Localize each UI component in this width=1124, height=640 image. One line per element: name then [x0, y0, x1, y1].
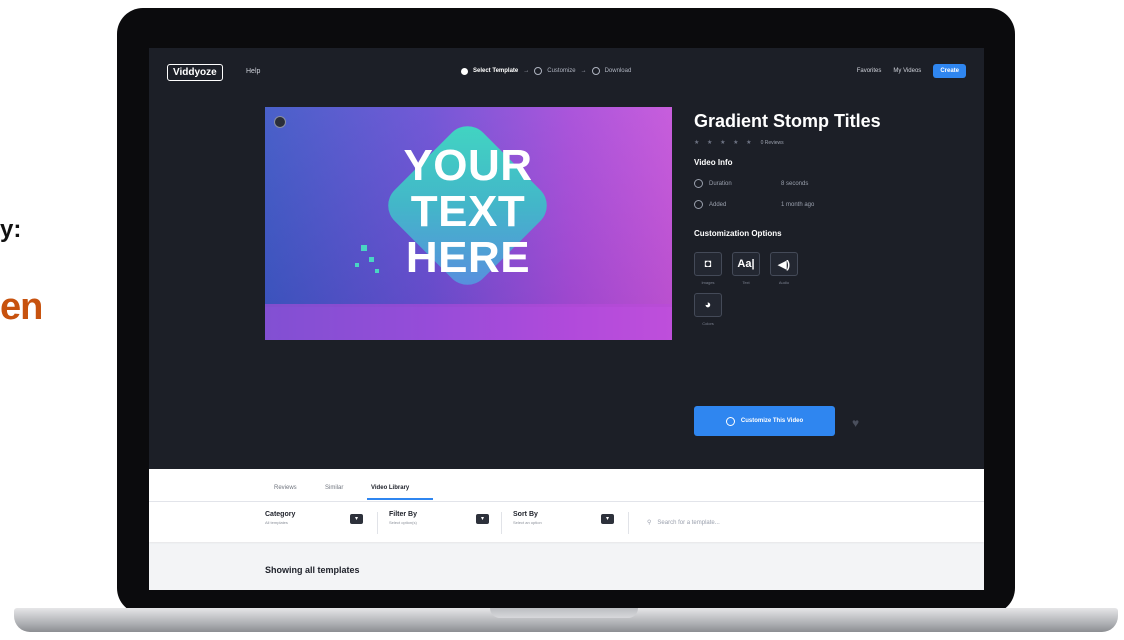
customize-video-label: Customize This Video: [740, 418, 804, 424]
laptop-notch: [490, 608, 638, 618]
tab-similar[interactable]: Similar: [325, 485, 343, 491]
template-search[interactable]: ⚲ Search for a template...: [647, 519, 720, 527]
arrow-right-icon: →: [523, 68, 530, 74]
star-rating-icon[interactable]: ★ ★ ★ ★ ★: [694, 139, 755, 146]
option-images[interactable]: ◘ Images: [694, 252, 722, 285]
duration-row: Duration 8 seconds: [694, 179, 954, 188]
step-circle-icon: [591, 67, 600, 75]
added-value: 1 month ago: [781, 201, 815, 208]
search-input[interactable]: Search for a template...: [657, 520, 719, 526]
favorites-link[interactable]: Favorites: [857, 68, 882, 74]
customize-video-button[interactable]: Customize This Video: [694, 406, 835, 436]
filter-by-value: Select option(s): [389, 520, 417, 525]
step-circle-icon: [534, 67, 543, 75]
preview-headline: YOUR TEXT HERE: [370, 143, 566, 281]
divider: [628, 512, 629, 534]
step-download[interactable]: Download: [605, 68, 632, 74]
active-tab-indicator: [367, 498, 433, 500]
side-caption-line-2: en: [0, 286, 43, 328]
palette-icon: ◕: [694, 293, 722, 317]
preview-line: HERE: [405, 233, 531, 282]
help-link[interactable]: Help: [246, 68, 260, 75]
step-customize[interactable]: Customize: [547, 68, 575, 74]
viddyoze-logo[interactable]: Viddyoze: [167, 64, 223, 81]
audio-icon: ◀): [770, 252, 798, 276]
customization-options-row-2: ◕ Colors: [694, 293, 954, 326]
preview-line: YOUR: [403, 141, 533, 190]
tabs-bar: Reviews Similar Video Library: [149, 469, 984, 502]
customization-options: ◘ Images Aa| Text ◀) Audio: [694, 252, 954, 285]
preview-settings-icon[interactable]: [274, 116, 286, 128]
chevron-down-icon[interactable]: ▾: [476, 514, 489, 524]
category-value: All templates: [265, 520, 288, 525]
results-heading: Showing all templates: [265, 565, 360, 575]
option-label: Text: [742, 280, 750, 285]
duration-label: Duration: [709, 180, 732, 187]
option-colors[interactable]: ◕ Colors: [694, 293, 722, 326]
chevron-down-icon[interactable]: ▾: [601, 514, 614, 524]
option-label: Audio: [778, 280, 790, 285]
preview-particle: [355, 263, 359, 267]
divider: [377, 512, 378, 534]
text-icon: Aa|: [732, 252, 760, 276]
filter-bar: Category All templates ▾ Filter By Selec…: [149, 502, 984, 542]
video-info-panel: Gradient Stomp Titles ★ ★ ★ ★ ★ 0 Review…: [694, 108, 954, 436]
library-section: Reviews Similar Video Library Category A…: [149, 469, 984, 590]
arrow-right-icon: →: [580, 68, 587, 74]
category-filter[interactable]: Category All templates: [265, 511, 295, 525]
review-count: 0 Reviews: [760, 139, 784, 146]
create-button[interactable]: Create: [933, 64, 966, 78]
rating: ★ ★ ★ ★ ★ 0 Reviews: [694, 139, 954, 147]
sort-by-value: Select an option: [513, 520, 542, 525]
top-nav: Viddyoze Help Select Template → Customiz…: [149, 48, 984, 94]
option-label: Colors: [702, 321, 714, 326]
video-title: Gradient Stomp Titles: [694, 111, 881, 131]
side-caption-line-1: y:: [0, 216, 22, 243]
laptop-screen: Viddyoze Help Select Template → Customiz…: [149, 48, 984, 590]
nav-right: Favorites My Videos Create: [857, 64, 966, 78]
duration-value: 8 seconds: [781, 180, 809, 187]
favorite-heart-icon[interactable]: ♥: [852, 416, 859, 430]
filter-by-label: Filter By: [389, 511, 418, 518]
video-info-heading: Video Info: [694, 158, 733, 167]
sort-by-filter[interactable]: Sort By Select an option: [513, 511, 542, 525]
option-audio[interactable]: ◀) Audio: [770, 252, 798, 285]
tab-reviews[interactable]: Reviews: [274, 485, 297, 491]
filter-by-filter[interactable]: Filter By Select option(s): [389, 511, 417, 525]
customize-icon: [725, 416, 735, 426]
divider: [501, 512, 502, 534]
video-preview[interactable]: YOUR TEXT HERE: [265, 107, 672, 340]
preview-line: TEXT: [410, 187, 526, 236]
step-active-icon: [461, 67, 468, 75]
tab-video-library[interactable]: Video Library: [371, 485, 409, 491]
step-select-template[interactable]: Select Template: [473, 68, 518, 74]
added-label: Added: [709, 201, 727, 208]
preview-band: [265, 304, 672, 340]
category-label: Category: [265, 511, 296, 518]
option-label: Images: [701, 280, 715, 285]
wizard-steps: Select Template → Customize → Download: [461, 67, 631, 75]
customization-heading: Customization Options: [694, 229, 782, 238]
camera-icon: ◘: [694, 252, 722, 276]
search-icon: ⚲: [647, 520, 652, 526]
chevron-down-icon[interactable]: ▾: [350, 514, 363, 524]
preview-particle: [361, 245, 367, 251]
sort-by-label: Sort By: [513, 511, 538, 518]
calendar-icon: [694, 200, 703, 209]
option-text[interactable]: Aa| Text: [732, 252, 760, 285]
added-row: Added 1 month ago: [694, 200, 954, 209]
clock-icon: [694, 179, 703, 188]
my-videos-link[interactable]: My Videos: [893, 68, 921, 74]
